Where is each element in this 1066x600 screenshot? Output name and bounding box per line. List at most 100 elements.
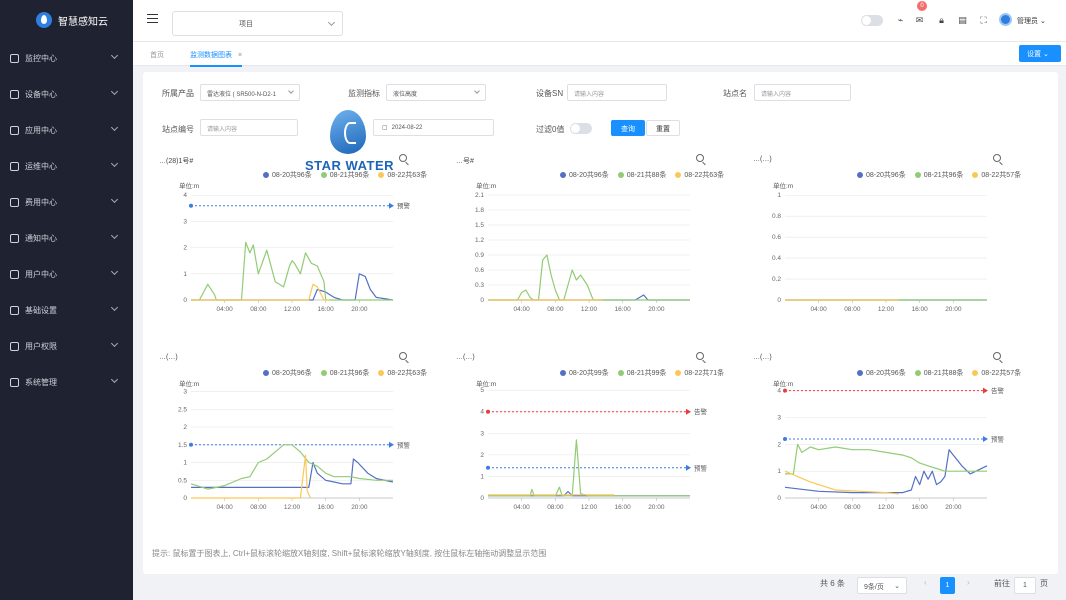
project-select[interactable]: 项目	[172, 11, 343, 36]
legend-dot	[617, 370, 624, 376]
y-tick-label: 1	[777, 192, 781, 199]
legend-item[interactable]: 08-22共63条	[378, 368, 427, 378]
close-icon[interactable]: ×	[238, 52, 242, 59]
water-drop-logo-icon	[330, 110, 366, 154]
legend-item[interactable]: 08-21共88条	[914, 368, 963, 378]
line-chart[interactable]: 单位:m 0 1 2 3 4 04:00 08:00 12:00 16:00 20:00 预警	[153, 181, 421, 342]
x-tick-label: 04:00	[811, 504, 828, 511]
line-chart[interactable]: 单位:m 0 0.3 0.6 0.9 1.2 1.5 1.8 2.1 04:00 08:00 12:0…	[450, 181, 718, 342]
site-name-input[interactable]: 请输入内容	[754, 84, 851, 101]
page-size-select[interactable]: 9条/页 ⌄	[857, 577, 907, 594]
sidebar-item-4[interactable]: 费用中心	[0, 184, 133, 220]
metric-select-value: 液位高度	[393, 92, 418, 98]
legend-label: 08-22共57条	[981, 370, 1022, 377]
user-name[interactable]: 管理员 ⌄	[1017, 16, 1046, 26]
settings-button[interactable]: 设置 ⌄	[1019, 45, 1061, 62]
menu-toggle-icon[interactable]	[147, 14, 158, 23]
legend-label: 08-22共63条	[387, 370, 428, 377]
zoom-icon[interactable]	[993, 154, 1001, 162]
zoom-icon[interactable]	[696, 154, 704, 162]
prev-page-icon[interactable]: ‹	[924, 578, 927, 587]
y-tick-label: 0	[777, 495, 781, 502]
legend-label: 08-21共96条	[329, 370, 370, 377]
sidebar-item-2[interactable]: 应用中心	[0, 112, 133, 148]
threshold-arrow	[686, 408, 691, 415]
y-tick-label: 0.2	[772, 276, 781, 283]
date-picker[interactable]: ▢ 2024-08-22	[373, 119, 494, 136]
metric-select[interactable]: 液位高度	[386, 84, 486, 101]
avatar[interactable]	[999, 13, 1012, 26]
line-chart[interactable]: 单位:m 0 1 2 3 4 5 04:00 08:00 12:00 16:00 20:00 告警预警	[450, 379, 718, 540]
sidebar-item-1[interactable]: 设备中心	[0, 76, 133, 112]
query-button[interactable]: 查询	[611, 120, 645, 136]
lock-icon[interactable]: 🔒︎	[937, 16, 946, 25]
legend-item[interactable]: 08-21共96条	[914, 170, 963, 180]
fee-icon	[10, 197, 19, 207]
sn-label: 设备SN	[536, 89, 564, 98]
legend-item[interactable]: 08-21共88条	[617, 170, 666, 180]
line-chart[interactable]: 单位:m 0 1 2 3 4 04:00 08:00 12:00 16:00 20:00 告警预警	[747, 379, 1015, 540]
mail-icon[interactable]: ✉	[915, 16, 924, 25]
line-chart[interactable]: 单位:m 0 0.2 0.4 0.6 0.8 1 04:00 08:00 12:00 16:00 20…	[747, 181, 1015, 342]
app-logo[interactable]: 智慧感知云	[0, 0, 133, 40]
sidebar-item-0[interactable]: 监控中心	[0, 40, 133, 76]
zoom-icon[interactable]	[399, 352, 407, 360]
line-chart[interactable]: 单位:m 0 0.5 1 1.5 2 2.5 3 04:00 08:00 12:00 16:00 20:…	[153, 379, 421, 540]
zoom-icon[interactable]	[993, 352, 1001, 360]
tab-home[interactable]: 首页	[150, 50, 164, 60]
legend-item[interactable]: 08-22共57条	[972, 368, 1021, 378]
chevron-down-icon	[327, 18, 336, 27]
x-tick-label: 08:00	[844, 306, 861, 313]
sidebar-item-3[interactable]: 运维中心	[0, 148, 133, 184]
fullscreen-icon[interactable]: ⛶	[979, 16, 988, 25]
legend-item[interactable]: 08-20共96条	[857, 368, 906, 378]
site-code-label: 站点编号	[162, 125, 194, 134]
site-code-input[interactable]: 请输入内容	[200, 119, 298, 136]
hint-text: 提示: 鼠标置于图表上, Ctrl+鼠标滚轮缩放X轴刻度, Shift+鼠标滚轮…	[152, 549, 547, 558]
sidebar-item-9[interactable]: 系统管理	[0, 364, 133, 400]
legend-item[interactable]: 08-20共96条	[857, 170, 906, 180]
legend-item[interactable]: 08-22共63条	[675, 170, 724, 180]
page-number[interactable]: 1	[940, 577, 955, 594]
x-tick-label: 04:00	[217, 504, 234, 511]
series-line	[191, 273, 394, 301]
y-tick-label: 0	[183, 297, 187, 304]
next-page-icon[interactable]: ›	[967, 578, 970, 587]
legend-item[interactable]: 08-21共99条	[617, 368, 666, 378]
tab-monitoring-charts[interactable]: 监测数据图表 ×	[190, 50, 243, 67]
chevron-down-icon	[110, 231, 119, 240]
sidebar-item-7[interactable]: 基础设置	[0, 292, 133, 328]
legend-item[interactable]: 08-20共99条	[560, 368, 609, 378]
y-tick-label: 1	[777, 468, 781, 475]
legend-item[interactable]: 08-22共57条	[972, 170, 1021, 180]
x-tick-label: 08:00	[844, 504, 861, 511]
zoom-icon[interactable]	[399, 154, 407, 162]
x-tick-label: 20:00	[351, 306, 368, 313]
y-tick-label: 0	[777, 297, 781, 304]
link-icon[interactable]: ⌁	[896, 16, 905, 25]
filter-zero-toggle[interactable]	[570, 123, 592, 134]
y-tick-label: 4	[480, 409, 484, 416]
threshold-point	[783, 388, 787, 393]
legend-item[interactable]: 08-20共96条	[560, 170, 609, 180]
chart-title: …(…)	[456, 354, 475, 361]
goto-page-input[interactable]: 1	[1014, 577, 1036, 594]
sidebar-item-5[interactable]: 通知中心	[0, 220, 133, 256]
legend-dot	[675, 172, 682, 178]
product-label: 所属产品	[162, 89, 194, 98]
legend-dot	[320, 370, 327, 376]
legend-item[interactable]: 08-20共96条	[263, 368, 312, 378]
legend-item[interactable]: 08-21共96条	[320, 368, 370, 378]
legend-item[interactable]: 08-22共71条	[675, 368, 724, 378]
legend-dot	[560, 370, 566, 376]
sidebar-item-8[interactable]: 用户权限	[0, 328, 133, 364]
sn-input[interactable]: 请输入内容	[567, 84, 667, 101]
y-tick-label: 0.6	[475, 267, 484, 274]
product-select[interactable]: 雷达液位 ( SR500-N-D2-1	[200, 84, 300, 101]
zoom-icon[interactable]	[696, 352, 704, 360]
document-icon[interactable]: ▤	[958, 16, 967, 25]
reset-button[interactable]: 重置	[646, 120, 680, 136]
theme-toggle[interactable]	[861, 15, 883, 26]
sidebar-item-6[interactable]: 用户中心	[0, 256, 133, 292]
y-tick-label: 1.2	[475, 237, 484, 244]
